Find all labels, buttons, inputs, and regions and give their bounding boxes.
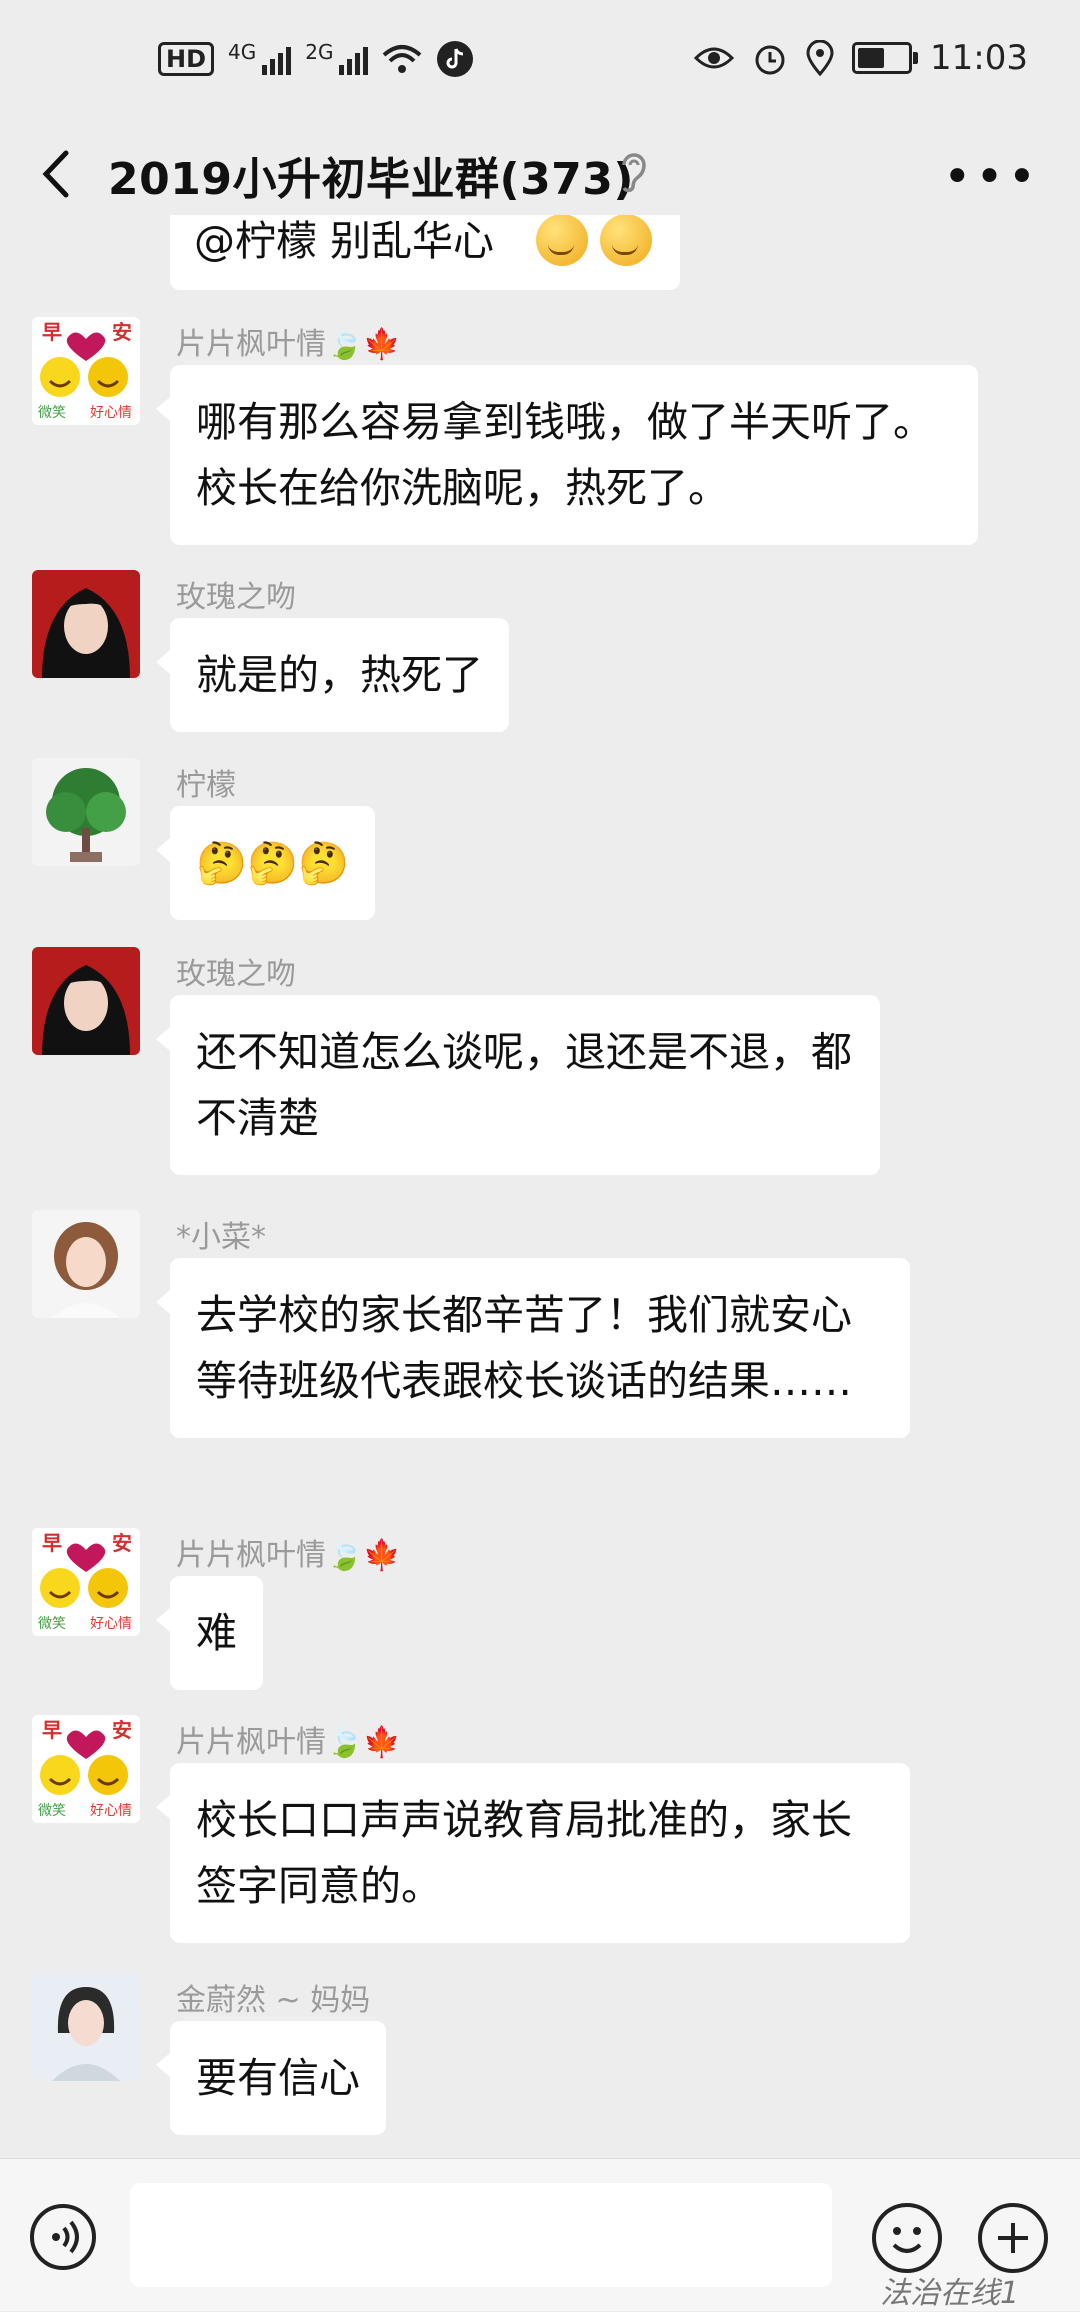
message-bubble[interactable]: 去学校的家长都辛苦了！我们就安心等待班级代表跟校长谈话的结果…… [156,1258,910,1438]
sender-name: 金蔚然 ~ 妈妈 [176,1983,371,2018]
sender-name: 片片枫叶情🍃🍁 [176,1725,401,1760]
avatar-good-morning-icon: 早 安 微笑 好心情 [32,317,140,425]
avatar-good-morning-icon: 早 安 微笑 好心情 [32,1528,140,1636]
signal-icon [262,43,292,75]
battery-icon [852,42,919,74]
sender-name: 柠檬 [176,768,236,803]
clock: 11:03 [930,38,1028,78]
svg-text:安: 安 [112,320,132,344]
message-text: 难 [196,1609,237,1657]
avatar[interactable]: 早 安 微笑 好心情 [32,1528,140,1636]
emoji-sun-icon [536,215,664,266]
chat-header: 2019小升初毕业群(373) ••• [0,125,1080,225]
avatar-photo-icon [32,1973,140,2081]
message-bubble[interactable]: 🤔🤔🤔 [155,806,376,920]
message-bubble[interactable]: 还不知道怎么谈呢，退还是不退，都不清楚 [156,995,880,1175]
svg-text:微笑: 微笑 [38,1803,66,1819]
message-text: 要有信心 [196,2054,360,2102]
message-text: @柠檬 别乱华心 [194,217,495,265]
sender-name: 玫瑰之吻 [176,957,296,992]
signal-icon-2 [339,43,369,75]
avatar[interactable]: 早 安 微笑 好心情 [32,1715,140,1823]
message-text: 哪有那么容易拿到钱哦，做了半天听了。校长在给你洗脑呢，热死了。 [196,398,934,512]
svg-text:早: 早 [42,320,62,344]
avatar-photo-icon [32,947,140,1055]
avatar[interactable]: 早 安 微笑 好心情 [32,317,140,425]
message-text: 校长口口声声说教育局批准的，家长签字同意的。 [196,1796,852,1910]
message-bubble[interactable]: 要有信心 [156,2021,386,2135]
avatar[interactable] [32,1973,140,2081]
message-text: 还不知道怎么谈呢，退还是不退，都不清楚 [196,1028,852,1142]
sender-name: 玫瑰之吻 [176,580,296,615]
more-icon[interactable]: ••• [943,149,1040,205]
avatar-tree-icon [32,758,140,866]
svg-text:安: 安 [112,1531,132,1555]
status-bar: HD 4G 2G 11:03 [0,0,1080,125]
network-2g-label: 2G [305,40,334,64]
wifi-icon [383,45,422,73]
svg-text:微笑: 微笑 [38,1616,66,1632]
message-input[interactable] [130,2183,832,2287]
svg-text:安: 安 [112,1718,132,1742]
avatar[interactable] [32,570,140,678]
status-right: 11:03 [694,38,1028,78]
avatar[interactable] [32,1210,140,1318]
avatar[interactable] [32,947,140,1055]
message-text: 就是的，热死了 [196,651,483,699]
back-icon[interactable] [28,139,88,209]
hd-badge: HD [158,42,215,76]
message-text: 🤔🤔🤔 [196,839,350,887]
plus-icon[interactable] [978,2203,1048,2273]
voice-icon[interactable] [30,2204,96,2270]
message-bubble[interactable]: 就是的，热死了 [156,618,509,732]
avatar-photo-icon [32,1210,140,1318]
watermark: 法治在线1 [880,2276,1020,2311]
avatar-good-morning-icon: 早 安 微笑 好心情 [32,1715,140,1823]
sender-name: *小菜* [176,1220,266,1255]
sender-name: 片片枫叶情🍃🍁 [176,327,401,362]
message-bubble-partial: @柠檬 别乱华心 [170,215,680,290]
svg-text:微笑: 微笑 [38,405,66,421]
message-bubble[interactable]: 哪有那么容易拿到钱哦，做了半天听了。校长在给你洗脑呢，热死了。 [156,365,978,545]
earpiece-icon [622,153,646,193]
svg-text:好心情: 好心情 [90,1803,132,1819]
message-text: 去学校的家长都辛苦了！我们就安心等待班级代表跟校长谈话的结果…… [196,1291,852,1405]
sender-name: 片片枫叶情🍃🍁 [176,1538,401,1573]
tiktok-icon [437,41,474,77]
svg-text:好心情: 好心情 [90,1616,132,1632]
network-4g-label: 4G [228,40,257,64]
alarm-icon [755,45,785,75]
message-bubble[interactable]: 校长口口声声说教育局批准的，家长签字同意的。 [156,1763,910,1943]
chat-title: 2019小升初毕业群(373) [108,154,635,205]
avatar-photo-icon [32,570,140,678]
status-left: HD 4G 2G [158,40,474,78]
avatar[interactable] [32,758,140,866]
location-icon [806,40,834,76]
svg-text:好心情: 好心情 [90,405,132,421]
message-bubble[interactable]: 难 [156,1576,263,1690]
emoji-icon[interactable] [872,2203,942,2273]
eye-icon [694,47,735,69]
svg-text:早: 早 [42,1718,62,1742]
svg-text:早: 早 [42,1531,62,1555]
